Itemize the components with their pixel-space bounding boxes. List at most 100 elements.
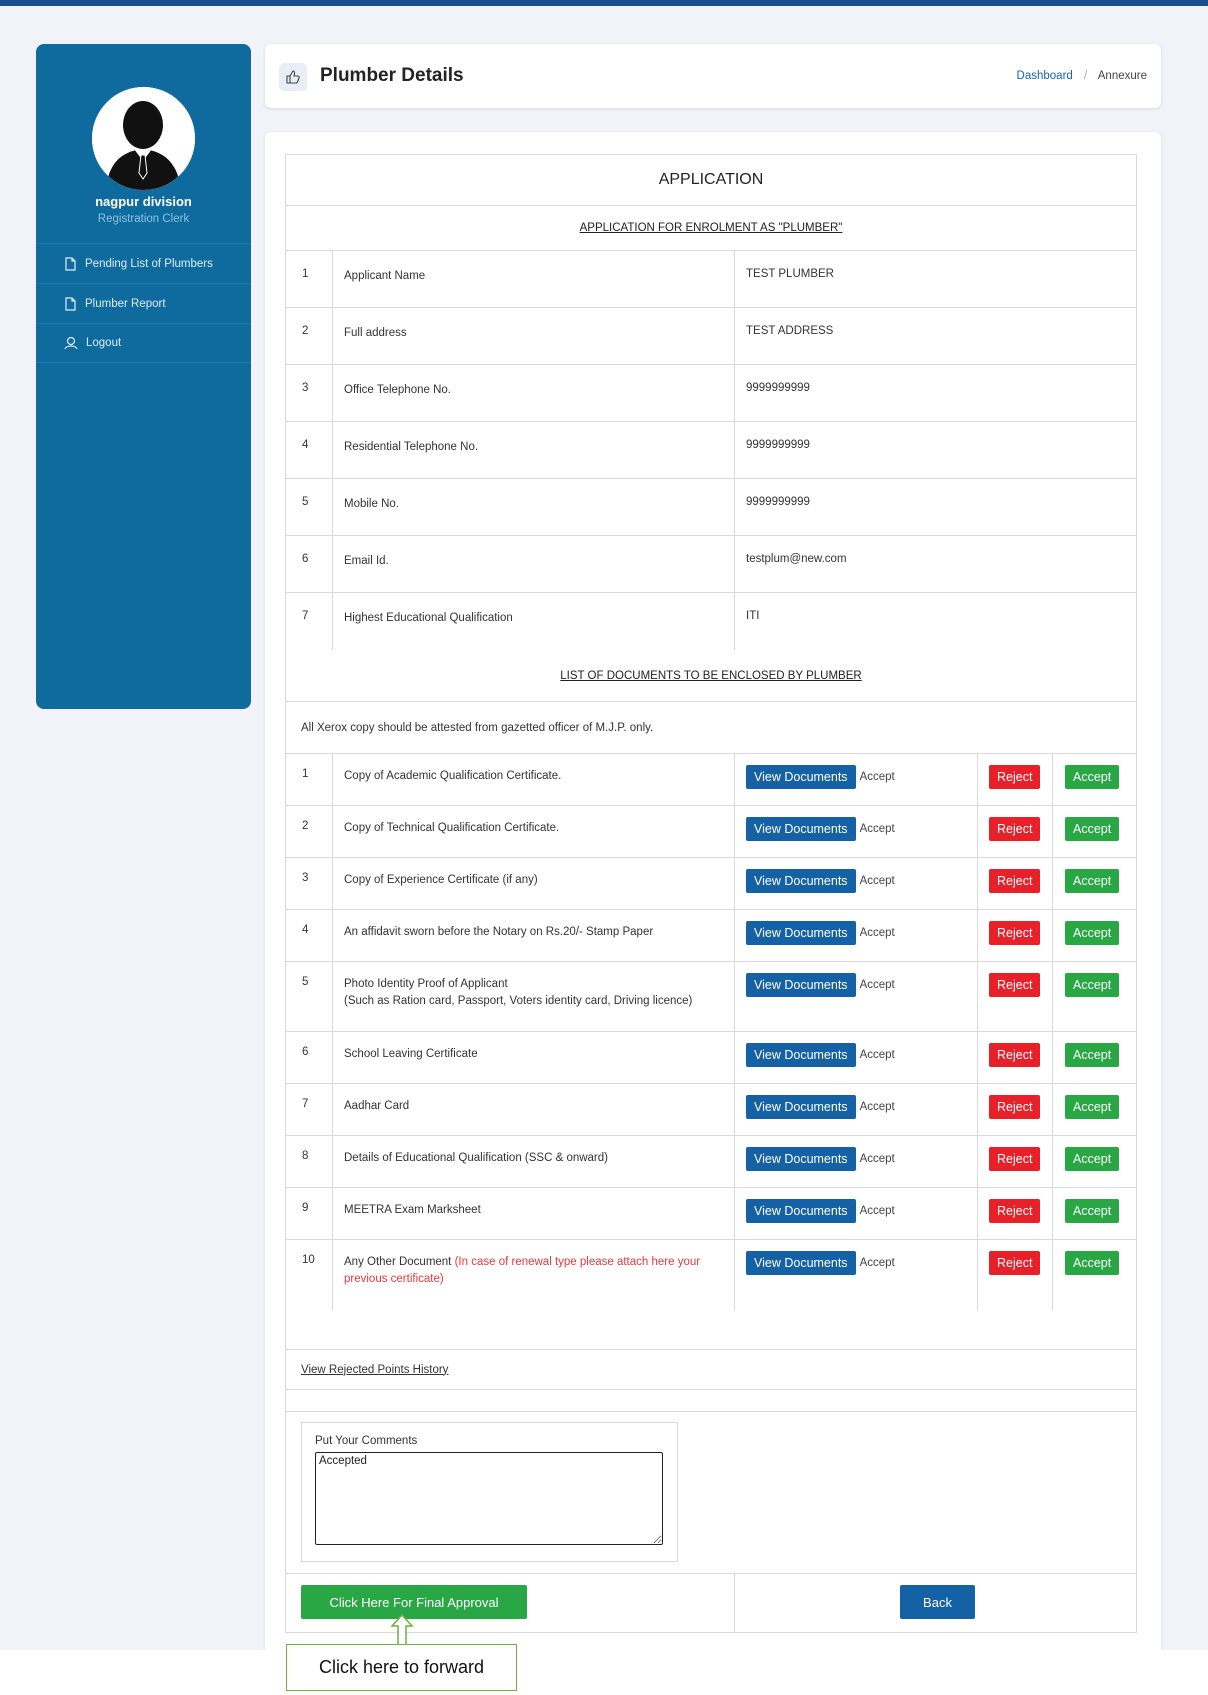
- view-documents-button[interactable]: View Documents: [746, 1043, 856, 1067]
- reject-button[interactable]: Reject: [989, 1199, 1041, 1223]
- comments-label: Put Your Comments: [315, 1435, 418, 1447]
- field-row: 2 Full address TEST ADDRESS: [286, 308, 1136, 365]
- document-label-cell: Copy of Academic Qualification Certifica…: [333, 754, 735, 805]
- document-view-cell: View Documents Accept: [735, 754, 978, 805]
- field-number: 2: [286, 308, 333, 364]
- accept-button[interactable]: Accept: [1065, 869, 1120, 893]
- document-row: 5 Photo Identity Proof of Applicant (Such …: [286, 962, 1136, 1032]
- document-number: 7: [286, 1084, 333, 1135]
- sidebar-item-plumber-report[interactable]: Plumber Report: [36, 283, 251, 323]
- breadcrumb-dashboard-link[interactable]: Dashboard: [1017, 70, 1073, 82]
- document-row: 3 Copy of Experience Certificate (if any)…: [286, 858, 1136, 910]
- view-documents-button[interactable]: View Documents: [746, 973, 856, 997]
- view-documents-button[interactable]: View Documents: [746, 1147, 856, 1171]
- document-label: MEETRA Exam Marksheet: [344, 1204, 481, 1216]
- view-documents-button[interactable]: View Documents: [746, 765, 856, 789]
- reject-button[interactable]: Reject: [989, 1251, 1041, 1275]
- document-label-cell: An affidavit sworn before the Notary on …: [333, 910, 735, 961]
- spacer-row: [286, 1390, 1136, 1412]
- comments-textarea[interactable]: Accepted: [315, 1452, 663, 1545]
- bottom-area: [0, 1650, 1208, 1695]
- documents-title: LIST OF DOCUMENTS TO BE ENCLOSED BY PLUM…: [560, 669, 862, 682]
- reject-button[interactable]: Reject: [989, 1095, 1041, 1119]
- document-label-cell: School Leaving Certificate: [333, 1032, 735, 1083]
- user-role: Registration Clerk: [97, 213, 190, 225]
- accept-button[interactable]: Accept: [1065, 765, 1120, 789]
- document-row: 7 Aadhar Card View Documents Accept Reject Ac…: [286, 1084, 1136, 1136]
- accept-button[interactable]: Accept: [1065, 921, 1120, 945]
- accept-button[interactable]: Accept: [1065, 1095, 1120, 1119]
- reject-button[interactable]: Reject: [989, 1147, 1041, 1171]
- final-approval-button[interactable]: Click Here For Final Approval: [301, 1585, 527, 1619]
- document-status: Accept: [859, 1101, 895, 1113]
- document-number: 1: [286, 754, 333, 805]
- view-documents-button[interactable]: View Documents: [746, 1251, 856, 1275]
- sidebar-item-label: Pending List of Plumbers: [85, 257, 213, 270]
- reject-button[interactable]: Reject: [989, 921, 1041, 945]
- view-documents-button[interactable]: View Documents: [746, 817, 856, 841]
- field-number: 4: [286, 422, 333, 478]
- document-row: 9 MEETRA Exam Marksheet View Documents Acce…: [286, 1188, 1136, 1240]
- document-number: 9: [286, 1188, 333, 1239]
- view-documents-button[interactable]: View Documents: [746, 1199, 856, 1223]
- document-status: Accept: [859, 927, 895, 939]
- reject-button[interactable]: Reject: [989, 973, 1041, 997]
- accept-button[interactable]: Accept: [1065, 973, 1120, 997]
- back-cell: Back: [735, 1574, 1136, 1632]
- document-view-cell: View Documents Accept: [735, 806, 978, 857]
- field-label: Office Telephone No.: [333, 365, 735, 421]
- document-reject-cell: Reject: [978, 1084, 1053, 1135]
- document-label-cell: Aadhar Card: [333, 1084, 735, 1135]
- document-number: 10: [286, 1240, 333, 1310]
- field-label: Residential Telephone No.: [333, 422, 735, 478]
- accept-button[interactable]: Accept: [1065, 817, 1120, 841]
- field-label: Highest Educational Qualification: [333, 593, 735, 650]
- document-accept-cell: Accept: [1053, 806, 1136, 857]
- document-status: Accept: [859, 979, 895, 991]
- reject-button[interactable]: Reject: [989, 1043, 1041, 1067]
- file-icon: [65, 296, 76, 311]
- history-row: View Rejected Points History: [286, 1350, 1136, 1390]
- view-documents-button[interactable]: View Documents: [746, 921, 856, 945]
- user-icon: [64, 336, 78, 350]
- document-view-cell: View Documents Accept: [735, 1240, 978, 1310]
- sidebar-item-logout[interactable]: Logout: [36, 323, 251, 363]
- field-row: 5 Mobile No. 9999999999: [286, 479, 1136, 536]
- accept-button[interactable]: Accept: [1065, 1043, 1120, 1067]
- avatar: [92, 87, 195, 190]
- document-status: Accept: [859, 1153, 895, 1165]
- field-row: 6 Email Id. testplum@new.com: [286, 536, 1136, 593]
- document-number: 6: [286, 1032, 333, 1083]
- up-arrow-icon: [390, 1614, 414, 1646]
- view-documents-button[interactable]: View Documents: [746, 1095, 856, 1119]
- field-number: 5: [286, 479, 333, 535]
- reject-button[interactable]: Reject: [989, 765, 1041, 789]
- document-label-cell: Copy of Experience Certificate (if any): [333, 858, 735, 909]
- header-card: Plumber Details Dashboard / Annexure: [265, 44, 1161, 108]
- accept-button[interactable]: Accept: [1065, 1251, 1120, 1275]
- breadcrumb-separator: /: [1084, 70, 1088, 82]
- document-view-cell: View Documents Accept: [735, 1032, 978, 1083]
- field-value: 9999999999: [746, 439, 810, 451]
- document-reject-cell: Reject: [978, 1240, 1053, 1310]
- view-rejected-history-link[interactable]: View Rejected Points History: [301, 1364, 448, 1376]
- document-label: Aadhar Card: [344, 1100, 410, 1112]
- forward-callout: Click here to forward: [286, 1644, 517, 1691]
- document-accept-cell: Accept: [1053, 1240, 1136, 1310]
- document-reject-cell: Reject: [978, 962, 1053, 1031]
- reject-button[interactable]: Reject: [989, 869, 1041, 893]
- document-reject-cell: Reject: [978, 910, 1053, 961]
- reject-button[interactable]: Reject: [989, 817, 1041, 841]
- comments-row: Put Your Comments Accepted: [286, 1412, 1136, 1574]
- view-documents-button[interactable]: View Documents: [746, 869, 856, 893]
- accept-button[interactable]: Accept: [1065, 1199, 1120, 1223]
- document-reject-cell: Reject: [978, 754, 1053, 805]
- document-row: 6 School Leaving Certificate View Document…: [286, 1032, 1136, 1084]
- accept-button[interactable]: Accept: [1065, 1147, 1120, 1171]
- back-button[interactable]: Back: [900, 1585, 975, 1619]
- field-number: 7: [286, 593, 333, 650]
- document-accept-cell: Accept: [1053, 1032, 1136, 1083]
- field-label: Mobile No.: [333, 479, 735, 535]
- document-accept-cell: Accept: [1053, 858, 1136, 909]
- sidebar-item-pending-list[interactable]: Pending List of Plumbers: [36, 243, 251, 283]
